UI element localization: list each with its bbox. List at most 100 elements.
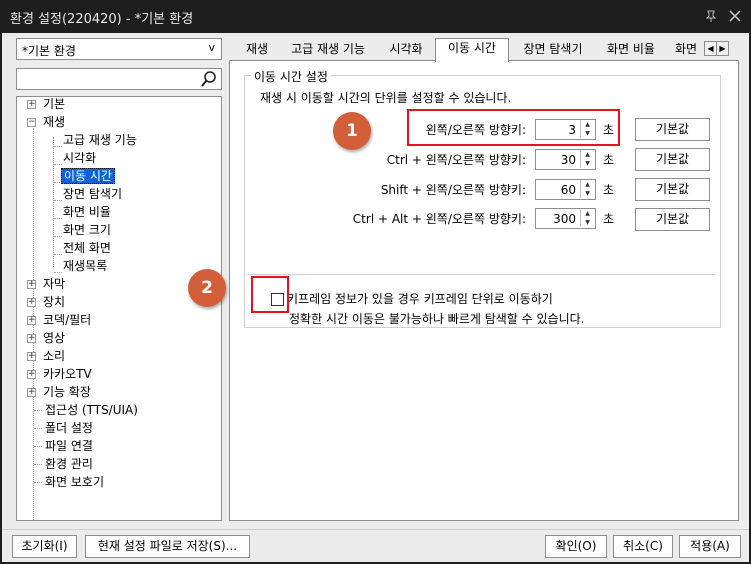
tree-guide-line	[53, 137, 54, 267]
expand-icon[interactable]: +	[27, 298, 36, 307]
default-button-shift-arrow[interactable]: 기본값	[635, 178, 710, 201]
tab-strip: 재생 고급 재생 기능 시각화 이동 시간 장면 탐색기 화면 비율 화면 ◀ …	[232, 38, 729, 62]
chevron-down-icon: v	[208, 41, 215, 54]
callout-badge-1: 1	[333, 112, 371, 150]
tree-item-aspect-ratio[interactable]: 화면 비율	[61, 203, 113, 221]
stepper-value: 60	[560, 183, 576, 197]
stepper-down-icon[interactable]: ▼	[580, 218, 594, 227]
unit-label: 초	[603, 212, 615, 226]
tab-visualization[interactable]: 시각화	[382, 40, 430, 61]
tree-item-screensaver[interactable]: 화면 보호기	[43, 473, 106, 491]
tree-item-label: 기본	[43, 97, 66, 111]
collapse-icon[interactable]: −	[27, 118, 36, 127]
tab-panel-seek-time: 이동 시간 설정 재생 시 이동할 시간의 단위를 설정할 수 있습니다. 왼쪽…	[188, 60, 739, 521]
tree-item-folder-settings[interactable]: 폴더 설정	[43, 419, 95, 437]
expand-icon[interactable]: +	[27, 352, 36, 361]
tree-item-extensions[interactable]: + 기능 확장	[27, 383, 93, 401]
default-button-arrow[interactable]: 기본값	[635, 118, 710, 141]
tab-seek-time[interactable]: 이동 시간	[435, 38, 509, 62]
tree-item-label: 장면 탐색기	[63, 187, 123, 201]
expand-icon[interactable]: +	[27, 388, 36, 397]
save-to-file-button[interactable]: 현재 설정 파일로 저장(S)...	[85, 535, 250, 558]
cancel-button[interactable]: 취소(C)	[613, 535, 673, 558]
expand-icon[interactable]: +	[27, 100, 36, 109]
stepper-up-icon[interactable]: ▲	[580, 180, 594, 189]
tree-item-scene-explorer[interactable]: 장면 탐색기	[61, 185, 124, 203]
stepper-down-icon[interactable]: ▼	[580, 159, 594, 168]
callout-badge-2: 2	[188, 269, 226, 307]
tree-item-playback[interactable]: − 재생	[27, 113, 67, 131]
tree-item-subtitles[interactable]: + 자막	[27, 275, 67, 293]
unit-label: 초	[603, 153, 615, 167]
tree-item-label: 코덱/필터	[43, 313, 92, 327]
tree-item-screen-size[interactable]: 화면 크기	[61, 221, 113, 239]
tree-item-file-association[interactable]: 파일 연결	[43, 437, 95, 455]
expand-icon[interactable]: +	[27, 370, 36, 379]
shift-arrow-seconds-stepper[interactable]: 60 ▲ ▼	[535, 179, 596, 200]
title-bar: 환경 설정(220420) - *기본 환경	[0, 0, 751, 33]
tree-item-fullscreen[interactable]: 전체 화면	[61, 239, 113, 257]
tab-screen-truncated[interactable]: 화면	[669, 40, 703, 61]
tree-item-label: 고급 재생 기능	[63, 133, 137, 147]
tree-item-seek-time[interactable]: 이동 시간	[61, 167, 115, 185]
ctrl-arrow-key-label: Ctrl + 왼쪽/오른쪽 방향키:	[386, 153, 526, 167]
tree-item-playlist[interactable]: 재생목록	[61, 257, 109, 275]
tree-branch	[34, 446, 42, 447]
tree-item-visualization[interactable]: 시각화	[61, 149, 98, 167]
tab-scene-explorer[interactable]: 장면 탐색기	[513, 40, 593, 61]
tree-item-video[interactable]: + 영상	[27, 329, 67, 347]
group-title: 이동 시간 설정	[251, 68, 331, 85]
apply-button[interactable]: 적용(A)	[679, 535, 741, 558]
footer-bar: 초기화(I) 현재 설정 파일로 저장(S)... 확인(O) 취소(C) 적용…	[2, 529, 749, 562]
search-input[interactable]	[16, 68, 222, 90]
tree-item-preferences-management[interactable]: 환경 관리	[43, 455, 95, 473]
tree-item-accessibility[interactable]: 접근성 (TTS/UIA)	[43, 401, 140, 419]
dialog-body: *기본 환경 v + 기본 − 재생 고급 재생 기능 시각화 이동 시간 장면…	[2, 33, 749, 562]
default-button-ctrl-arrow[interactable]: 기본값	[635, 148, 710, 171]
tree-item-label: 폴더 설정	[45, 421, 93, 435]
expand-icon[interactable]: +	[27, 334, 36, 343]
tab-advanced-playback[interactable]: 고급 재생 기능	[282, 40, 374, 61]
close-icon[interactable]	[725, 6, 745, 26]
tree-item-codec-filter[interactable]: + 코덱/필터	[27, 311, 93, 329]
tab-playback[interactable]: 재생	[240, 40, 274, 61]
tree-item-label: 카카오TV	[43, 367, 92, 381]
tree-item-label: 이동 시간	[61, 168, 115, 184]
tree-item-label: 자막	[43, 277, 66, 291]
settings-tree[interactable]: + 기본 − 재생 고급 재생 기능 시각화 이동 시간 장면 탐색기 화면 비…	[16, 96, 222, 521]
pin-icon[interactable]	[704, 9, 718, 23]
preset-value: *기본 환경	[22, 44, 76, 58]
tree-item-kakaotv[interactable]: + 카카오TV	[27, 365, 94, 383]
stepper-up-icon[interactable]: ▲	[580, 150, 594, 159]
stepper-value: 300	[553, 212, 576, 226]
tree-item-advanced-playback[interactable]: 고급 재생 기능	[61, 131, 139, 149]
expand-icon[interactable]: +	[27, 280, 36, 289]
tree-item-label: 장치	[43, 295, 66, 309]
tree-item-label: 재생목록	[63, 259, 108, 273]
tree-item-audio[interactable]: + 소리	[27, 347, 67, 365]
ok-button[interactable]: 확인(O)	[545, 535, 607, 558]
ctrl-alt-arrow-seconds-stepper[interactable]: 300 ▲ ▼	[535, 208, 596, 229]
keyframe-checkbox-label[interactable]: 키프레임 정보가 있을 경우 키프레임 단위로 이동하기	[287, 290, 553, 307]
tab-aspect-ratio[interactable]: 화면 비율	[599, 40, 663, 61]
tree-item-label: 파일 연결	[45, 439, 93, 453]
expand-icon[interactable]: +	[27, 316, 36, 325]
tab-scroll-right-icon[interactable]: ▶	[716, 41, 729, 56]
tree-item-label: 전체 화면	[63, 241, 111, 255]
stepper-down-icon[interactable]: ▼	[580, 189, 594, 198]
tree-item-label: 재생	[43, 115, 66, 129]
reset-button[interactable]: 초기화(I)	[12, 535, 77, 558]
ctrl-arrow-seconds-stepper[interactable]: 30 ▲ ▼	[535, 149, 596, 170]
divider	[247, 274, 715, 275]
stepper-up-icon[interactable]: ▲	[580, 209, 594, 218]
tree-branch	[34, 410, 42, 411]
shift-arrow-key-label: Shift + 왼쪽/오른쪽 방향키:	[380, 183, 526, 197]
ctrl-alt-arrow-key-label: Ctrl + Alt + 왼쪽/오른쪽 방향키:	[352, 212, 526, 226]
tree-item-devices[interactable]: + 장치	[27, 293, 67, 311]
unit-label: 초	[603, 183, 615, 197]
window-title: 환경 설정(220420) - *기본 환경	[10, 12, 194, 27]
tree-item-basic[interactable]: + 기본	[27, 97, 67, 113]
search-icon[interactable]	[200, 70, 218, 88]
preset-dropdown[interactable]: *기본 환경 v	[16, 38, 222, 60]
default-button-ctrl-alt-arrow[interactable]: 기본값	[635, 208, 710, 231]
